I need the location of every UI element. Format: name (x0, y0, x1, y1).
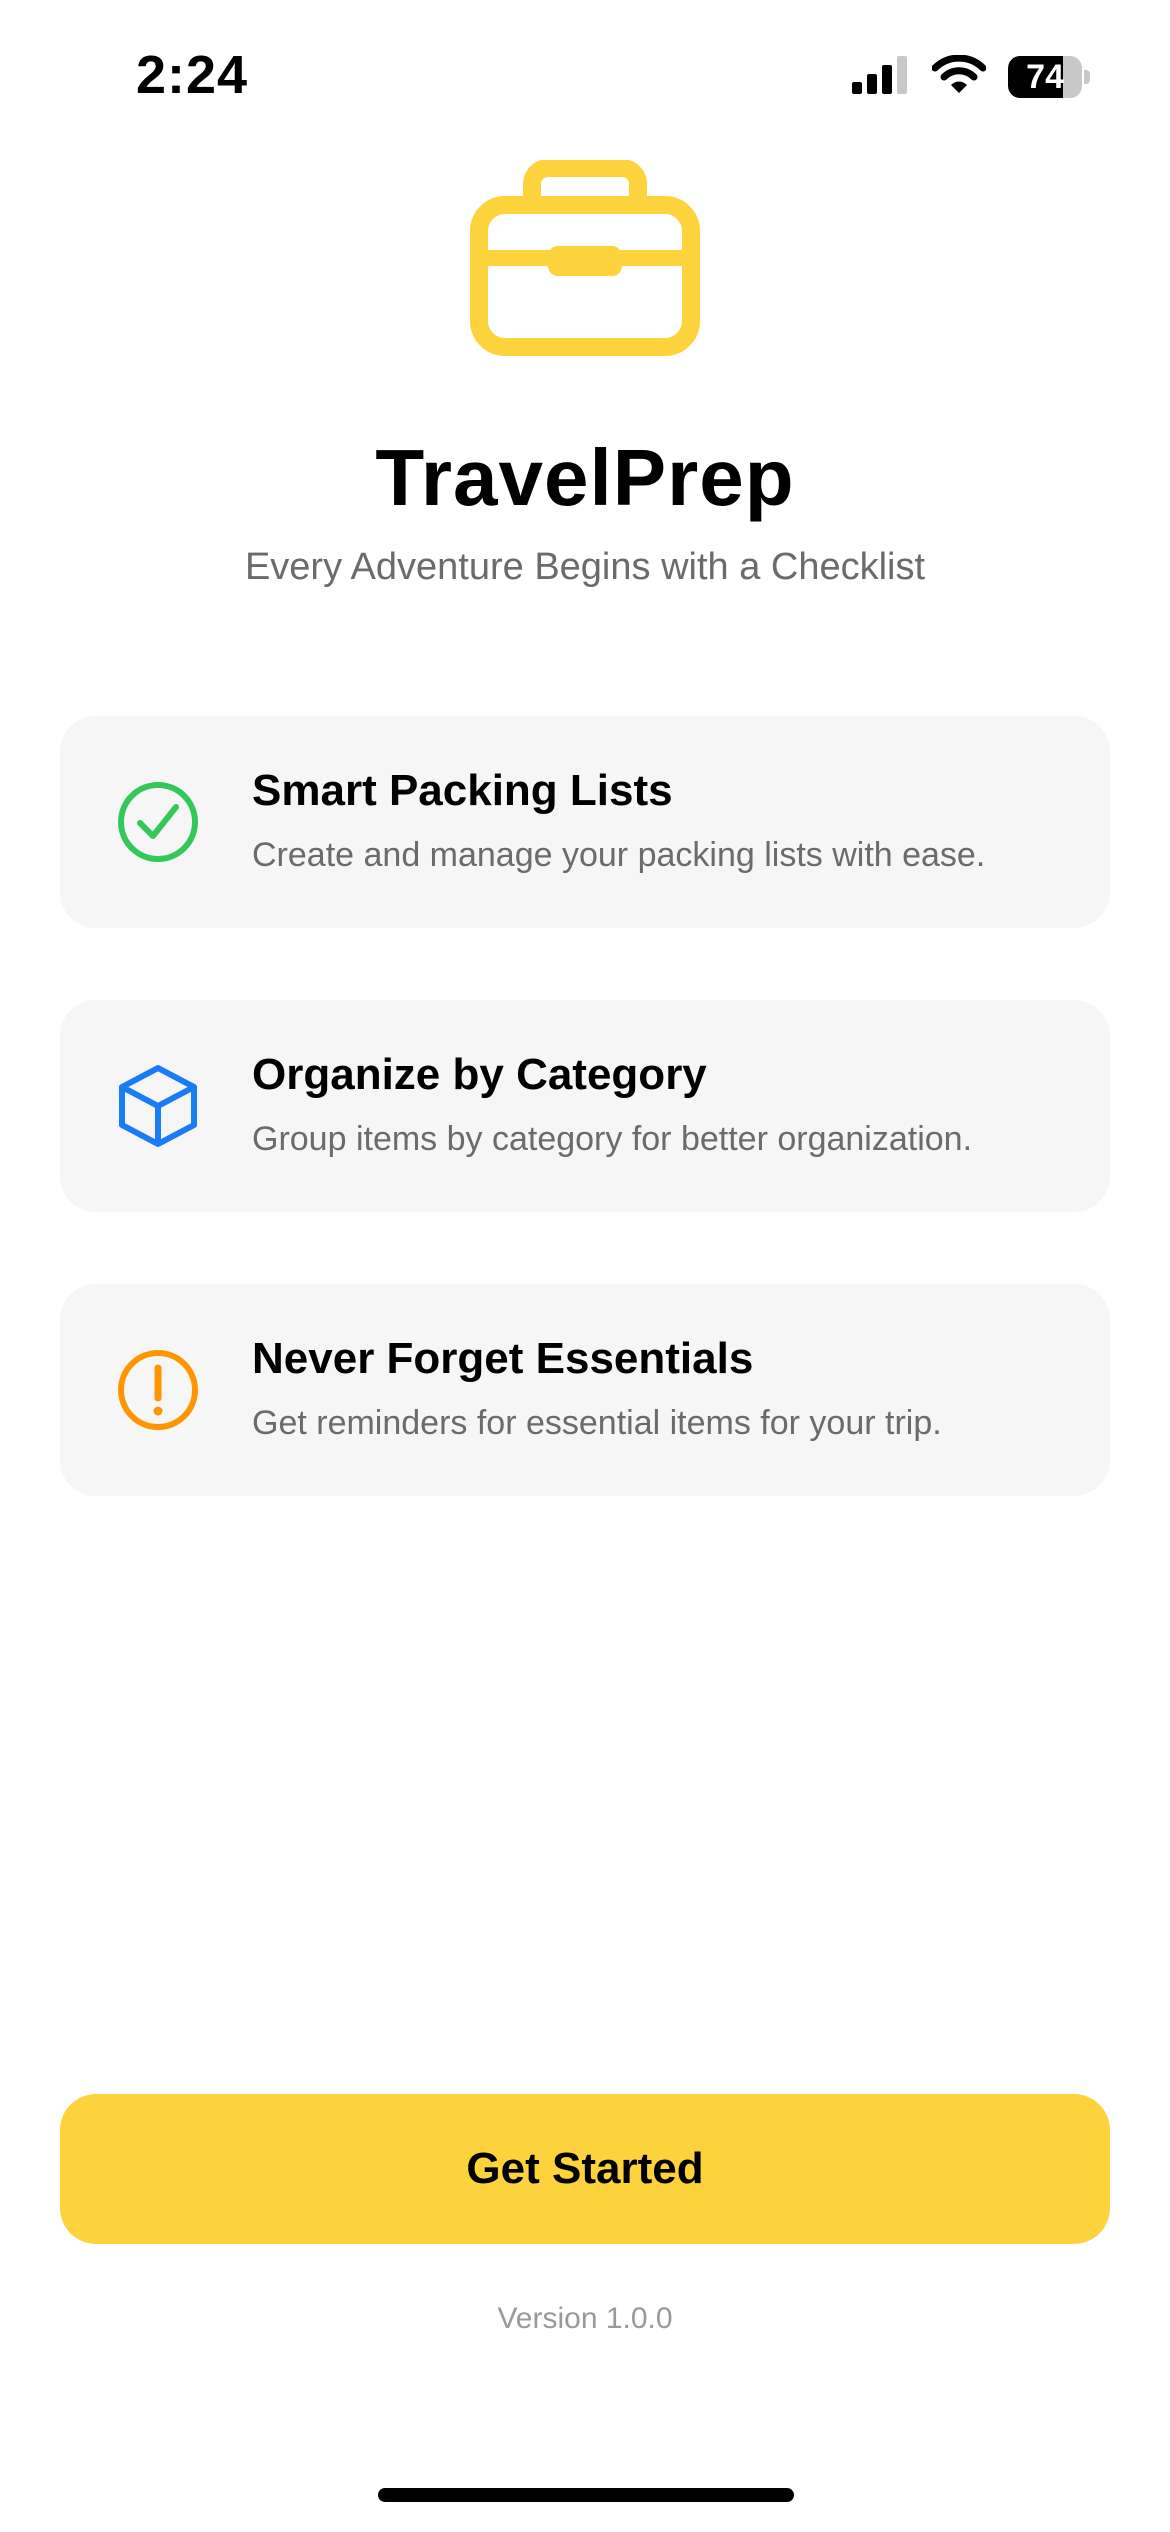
battery-body: 74 (1008, 56, 1083, 98)
cellular-signal-icon (852, 55, 910, 99)
exclamation-circle-icon (114, 1346, 202, 1434)
version-label: Version 1.0.0 (497, 2302, 673, 2335)
feature-card-smart-packing: Smart Packing Lists Create and manage yo… (60, 716, 1110, 928)
feature-description: Get reminders for essential items for yo… (252, 1404, 942, 1442)
get-started-button[interactable]: Get Started (60, 2094, 1110, 2244)
battery-cap (1084, 70, 1090, 84)
status-bar: 2:24 74 (0, 0, 1170, 150)
feature-title: Smart Packing Lists (252, 766, 673, 815)
briefcase-icon (470, 159, 700, 360)
cube-icon (114, 1062, 202, 1150)
feature-card-essentials: Never Forget Essentials Get reminders fo… (60, 1284, 1110, 1496)
app-title: TravelPrep (375, 433, 795, 522)
feature-description: Group items by category for better organ… (252, 1120, 973, 1158)
feature-title: Never Forget Essentials (252, 1334, 754, 1383)
home-indicator[interactable] (378, 2488, 794, 2502)
status-time: 2:24 (136, 45, 249, 105)
wifi-icon (931, 54, 987, 100)
feature-description: Create and manage your packing lists wit… (252, 836, 986, 874)
battery-icon: 74 (1008, 56, 1090, 98)
app-subtitle: Every Adventure Begins with a Checklist (244, 546, 926, 588)
status-icons: 74 (852, 52, 1090, 102)
battery-level-text: 74 (1026, 57, 1064, 96)
feature-card-organize-category: Organize by Category Group items by cate… (60, 1000, 1110, 1212)
checkmark-circle-icon (114, 778, 202, 866)
feature-list: Smart Packing Lists Create and manage yo… (60, 716, 1110, 1568)
feature-title: Organize by Category (252, 1050, 707, 1099)
